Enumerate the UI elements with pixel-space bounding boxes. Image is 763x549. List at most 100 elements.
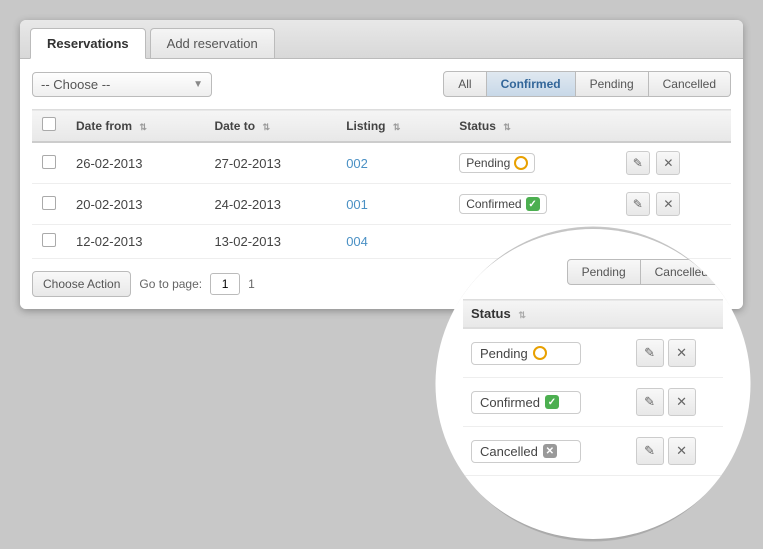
mag-table-row: Confirmed ✓ ✎ ✕ <box>463 378 723 427</box>
row1-status-cell: Pending <box>449 142 613 184</box>
row1-actions: ✎ ✕ <box>613 142 731 184</box>
row3-date-to: 13-02-2013 <box>204 225 336 259</box>
choose-dropdown[interactable]: -- Choose -- ▼ <box>32 72 212 97</box>
mag-pending-icon <box>533 346 547 360</box>
page-total: 1 <box>248 277 255 291</box>
col-actions <box>613 110 731 143</box>
mag-pending-filter-button[interactable]: Pending <box>567 259 641 285</box>
row3-check-cell <box>32 225 66 259</box>
col-listing: Listing ⇅ <box>336 110 449 143</box>
row2-check-cell <box>32 184 66 225</box>
filter-bar: -- Choose -- ▼ All Confirmed Pending Can… <box>32 71 731 97</box>
row2-status-cell: Confirmed ✓ <box>449 184 613 225</box>
mag-cancelled-edit-button[interactable]: ✎ <box>636 437 664 465</box>
row2-listing: 001 <box>336 184 449 225</box>
choose-action-button[interactable]: Choose Action <box>32 271 131 297</box>
mag-confirmed-delete-button[interactable]: ✕ <box>668 388 696 416</box>
row2-delete-button[interactable]: ✕ <box>656 192 680 216</box>
mag-pending-delete-button[interactable]: ✕ <box>668 339 696 367</box>
mag-confirmed-actions: ✎ ✕ <box>618 378 723 427</box>
table-header-row: Date from ⇅ Date to ⇅ Listing ⇅ Status ⇅ <box>32 110 731 143</box>
mag-pending-actions: ✎ ✕ <box>618 328 723 378</box>
tab-add-reservation[interactable]: Add reservation <box>150 28 275 58</box>
filter-pending-button[interactable]: Pending <box>576 71 649 97</box>
row1-listing: 002 <box>336 142 449 184</box>
col-status: Status ⇅ <box>449 110 613 143</box>
row1-check-cell <box>32 142 66 184</box>
mag-confirmed-row-status: Confirmed ✓ <box>471 391 610 414</box>
check-all-header <box>32 110 66 143</box>
table-row: 26-02-2013 27-02-2013 002 Pending ✎ ✕ <box>32 142 731 184</box>
row1-date-to: 27-02-2013 <box>204 142 336 184</box>
mag-cancelled-icon: ✕ <box>543 444 557 458</box>
mag-confirmed-icon: ✓ <box>545 395 559 409</box>
mag-table-row: Pending ✎ ✕ <box>463 328 723 378</box>
col-date-to: Date to ⇅ <box>204 110 336 143</box>
row3-date-from: 12-02-2013 <box>66 225 204 259</box>
row2-actions: ✎ ✕ <box>613 184 731 225</box>
mag-pending-action-buttons: ✎ ✕ <box>636 339 715 367</box>
mag-pending-edit-button[interactable]: ✎ <box>636 339 664 367</box>
row2-status-label: Confirmed <box>466 197 521 211</box>
mag-col-actions <box>618 300 723 329</box>
row1-checkbox[interactable] <box>42 155 56 169</box>
mag-pending-status-cell: Pending <box>463 328 618 378</box>
mag-cancelled-actions: ✎ ✕ <box>618 427 723 476</box>
mag-confirmed-badge: Confirmed ✓ <box>471 391 581 414</box>
mag-sort-icon[interactable]: ⇅ <box>518 310 526 320</box>
row2-edit-button[interactable]: ✎ <box>626 192 650 216</box>
mag-filter-row: Pending Cancelled <box>463 259 723 285</box>
sort-status-icon[interactable]: ⇅ <box>503 122 511 133</box>
sort-listing-icon[interactable]: ⇅ <box>393 122 401 133</box>
sort-date-from-icon[interactable]: ⇅ <box>139 122 147 133</box>
mag-cancelled-action-buttons: ✎ ✕ <box>636 437 715 465</box>
tabs-bar: Reservations Add reservation <box>20 20 743 59</box>
mag-cancelled-status-cell: Cancelled ✕ <box>463 427 618 476</box>
tab-reservations[interactable]: Reservations <box>30 28 146 59</box>
row1-edit-button[interactable]: ✎ <box>626 151 650 175</box>
pending-icon <box>514 156 528 170</box>
row3-listing-link[interactable]: 004 <box>346 234 368 249</box>
magnify-overlay: Pending Cancelled Status ⇅ <box>433 229 753 539</box>
filter-buttons: All Confirmed Pending Cancelled <box>443 71 731 97</box>
dropdown-arrow-icon: ▼ <box>193 79 203 90</box>
mag-table: Status ⇅ Pending <box>463 299 723 476</box>
mag-pending-badge: Pending <box>471 342 581 365</box>
choose-dropdown-label: -- Choose -- <box>41 77 110 92</box>
filter-confirmed-button[interactable]: Confirmed <box>487 71 576 97</box>
table-row: 20-02-2013 24-02-2013 001 Confirmed ✓ ✎ … <box>32 184 731 225</box>
row2-status-badge: Confirmed ✓ <box>459 194 546 214</box>
sort-date-to-icon[interactable]: ⇅ <box>262 122 270 133</box>
filter-cancelled-button[interactable]: Cancelled <box>649 71 731 97</box>
mag-cancelled-row-status: Cancelled ✕ <box>471 440 610 463</box>
mag-pending-row-status: Pending <box>471 342 610 365</box>
row3-checkbox[interactable] <box>42 233 56 247</box>
page-input[interactable] <box>210 273 240 295</box>
goto-label: Go to page: <box>139 277 202 291</box>
mag-cancelled-label: Cancelled <box>480 444 538 459</box>
mag-cancelled-badge: Cancelled ✕ <box>471 440 581 463</box>
row1-delete-button[interactable]: ✕ <box>656 151 680 175</box>
mag-table-row: Cancelled ✕ ✎ ✕ <box>463 427 723 476</box>
mag-cancelled-delete-button[interactable]: ✕ <box>668 437 696 465</box>
mag-confirmed-edit-button[interactable]: ✎ <box>636 388 664 416</box>
mag-col-status: Status ⇅ <box>463 300 618 329</box>
mag-confirmed-label: Confirmed <box>480 395 540 410</box>
row2-date-to: 24-02-2013 <box>204 184 336 225</box>
magnify-inner: Pending Cancelled Status ⇅ <box>433 239 753 496</box>
mag-header-row: Status ⇅ <box>463 300 723 329</box>
check-all-checkbox[interactable] <box>42 117 56 131</box>
row1-status-label: Pending <box>466 156 510 170</box>
row2-checkbox[interactable] <box>42 196 56 210</box>
row1-status-badge: Pending <box>459 153 535 173</box>
row1-date-from: 26-02-2013 <box>66 142 204 184</box>
row2-listing-link[interactable]: 001 <box>346 197 368 212</box>
mag-confirmed-status-cell: Confirmed ✓ <box>463 378 618 427</box>
col-date-from: Date from ⇅ <box>66 110 204 143</box>
mag-pending-label: Pending <box>480 346 528 361</box>
row2-date-from: 20-02-2013 <box>66 184 204 225</box>
confirmed-icon: ✓ <box>526 197 540 211</box>
row3-listing: 004 <box>336 225 449 259</box>
row1-listing-link[interactable]: 002 <box>346 156 368 171</box>
filter-all-button[interactable]: All <box>443 71 486 97</box>
